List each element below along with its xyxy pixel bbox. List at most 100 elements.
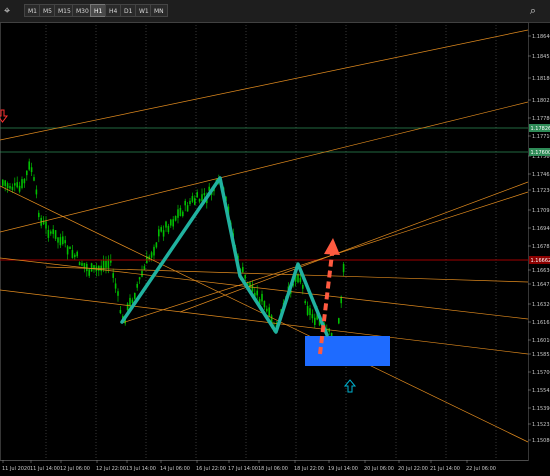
candle-body bbox=[342, 264, 345, 273]
price-axis: 1.18640 1.18455 1.18180 1.18025 1.17780 1.177… bbox=[528, 34, 550, 444]
time-axis: 11 Jul 2020 11 Jul 14:00 12 Jul 06:00 12 Ju… bbox=[0, 460, 528, 472]
price-label: 1.18455 bbox=[532, 54, 550, 60]
candle-body bbox=[112, 273, 114, 278]
candle-body bbox=[16, 182, 18, 188]
time-label: 16 Jul 22:00 bbox=[196, 466, 226, 472]
price-label: 1.15855 bbox=[532, 352, 550, 358]
candle-body bbox=[71, 250, 74, 258]
time-label: 18 Jul 22:00 bbox=[294, 466, 324, 472]
candle-body bbox=[64, 240, 66, 244]
candle-body bbox=[179, 207, 182, 216]
price-badge-label: 1.16662 bbox=[531, 258, 550, 264]
candle-body bbox=[153, 246, 155, 256]
candle-body bbox=[138, 277, 141, 280]
candle-body bbox=[162, 230, 165, 237]
candle-body bbox=[6, 183, 9, 189]
candlesticks bbox=[2, 158, 345, 352]
price-label: 1.15700 bbox=[532, 370, 550, 376]
trendline bbox=[0, 29, 529, 141]
red-down-arrow-icon bbox=[0, 109, 8, 123]
search-icon[interactable]: ⌕ bbox=[530, 4, 536, 18]
time-label: 20 Jul 06:00 bbox=[364, 466, 394, 472]
price-label: 1.16010 bbox=[532, 338, 550, 344]
candle-body bbox=[57, 237, 59, 243]
price-label: 1.18180 bbox=[532, 76, 550, 82]
trendline bbox=[0, 101, 529, 233]
crosshair-icon[interactable]: ⌖ bbox=[4, 4, 10, 18]
time-label: 11 Jul 2020 bbox=[2, 466, 30, 472]
price-badge-label: 1.17826 bbox=[531, 126, 550, 132]
candle-body bbox=[314, 317, 316, 325]
candle-body bbox=[201, 194, 203, 201]
price-label: 1.16630 bbox=[532, 268, 550, 274]
candle-body bbox=[263, 300, 266, 308]
candle-body bbox=[47, 229, 50, 238]
price-label: 1.17230 bbox=[532, 188, 550, 194]
candle-body bbox=[155, 242, 158, 248]
chart-toolbar: ⌖ M1 M5 M15 M30 H1 H4 D1 W1 MN ⌕ bbox=[0, 0, 550, 23]
timeframe-h1[interactable]: H1 bbox=[90, 4, 107, 17]
time-label: 20 Jul 22:00 bbox=[398, 466, 428, 472]
candle-body bbox=[69, 246, 71, 250]
time-label: 18 Jul 06:00 bbox=[258, 466, 288, 472]
candle-body bbox=[141, 270, 143, 277]
candle-body bbox=[198, 198, 201, 202]
time-label: 22 Jul 06:00 bbox=[466, 466, 496, 472]
time-label: 13 Jul 14:00 bbox=[126, 466, 156, 472]
candle-body bbox=[136, 283, 138, 288]
candle-body bbox=[21, 179, 23, 189]
candle-body bbox=[311, 314, 314, 319]
candle-body bbox=[9, 185, 11, 189]
candle-body bbox=[309, 308, 311, 316]
candle-body bbox=[28, 161, 30, 170]
candle-body bbox=[256, 290, 258, 296]
candle-body bbox=[38, 212, 40, 218]
cyan-up-arrow-icon bbox=[343, 379, 357, 393]
candle-body bbox=[338, 318, 340, 324]
price-label: 1.16320 bbox=[532, 302, 550, 308]
candle-body bbox=[14, 183, 16, 186]
candle-body bbox=[203, 193, 206, 196]
candle-body bbox=[110, 260, 112, 263]
price-label: 1.16785 bbox=[532, 244, 550, 250]
candle-body bbox=[35, 189, 38, 195]
timeframe-mn[interactable]: MN bbox=[150, 4, 168, 17]
candle-body bbox=[45, 221, 47, 229]
candle-body bbox=[158, 229, 160, 237]
trendline bbox=[0, 257, 529, 320]
candle-body bbox=[18, 185, 21, 192]
candle-body bbox=[126, 303, 129, 311]
price-badge-label: 1.17600 bbox=[531, 150, 550, 156]
candle-body bbox=[150, 252, 153, 258]
trendline bbox=[179, 181, 529, 313]
timeframe-h4[interactable]: H4 bbox=[105, 4, 122, 17]
price-label: 1.17465 bbox=[532, 172, 550, 178]
candle-body bbox=[66, 246, 69, 255]
candle-body bbox=[23, 178, 26, 184]
candle-body bbox=[2, 179, 4, 186]
candle-body bbox=[242, 267, 244, 273]
candle-body bbox=[160, 227, 162, 232]
timeframe-d1[interactable]: D1 bbox=[120, 4, 137, 17]
price-label: 1.18025 bbox=[532, 98, 550, 104]
candle-body bbox=[302, 285, 304, 289]
candle-body bbox=[30, 167, 33, 173]
candle-body bbox=[266, 308, 268, 312]
candle-body bbox=[268, 307, 270, 317]
time-label: 14 Jul 06:00 bbox=[160, 466, 190, 472]
candle-body bbox=[90, 263, 93, 272]
price-chart[interactable]: 1.18640 1.18455 1.18180 1.18025 1.17780 1.177… bbox=[0, 22, 550, 476]
candle-body bbox=[184, 200, 186, 206]
candle-body bbox=[196, 192, 198, 198]
candle-body bbox=[165, 221, 167, 228]
candle-body bbox=[182, 211, 184, 217]
candle-body bbox=[261, 293, 263, 302]
time-label: 17 Jul 14:00 bbox=[228, 466, 258, 472]
candle-body bbox=[143, 266, 146, 270]
candle-body bbox=[194, 198, 196, 205]
price-label: 1.16475 bbox=[532, 282, 550, 288]
trendlines bbox=[0, 29, 529, 443]
candle-body bbox=[105, 260, 107, 268]
candle-body bbox=[306, 306, 309, 315]
price-label: 1.17095 bbox=[532, 208, 550, 214]
